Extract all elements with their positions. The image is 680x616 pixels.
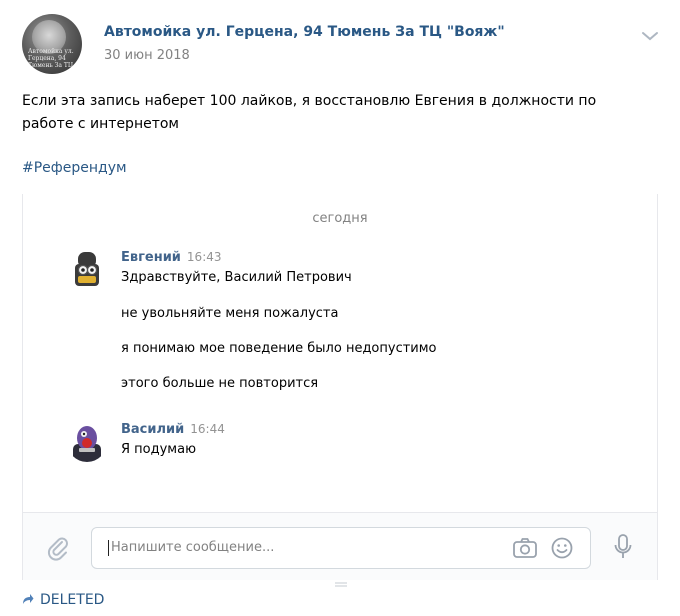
message-time: 16:44 <box>190 422 225 436</box>
chat-screenshot: сегодня Евгений 16:43 Здравствуйте, Васил… <box>22 194 658 587</box>
message-sender[interactable]: Василий 16:44 <box>121 422 225 437</box>
camera-icon[interactable] <box>512 537 538 559</box>
message-sender[interactable]: Евгений 16:43 <box>121 250 222 265</box>
post-author-name[interactable]: Автомойка ул. Герцена, 94 Тюмень За ТЦ "… <box>104 24 505 40</box>
message-input[interactable]: Напишите сообщение... <box>91 527 591 569</box>
message-composer: Напишите сообщение... <box>23 512 657 587</box>
message-text: я понимаю мое поведение было недопустимо <box>121 341 437 356</box>
hashtag-link[interactable]: #Референдум <box>22 160 127 176</box>
day-separator: сегодня <box>312 211 368 226</box>
message-text: Я подумаю <box>121 442 197 457</box>
post-text-line: Если эта запись наберет 100 лайков, я во… <box>22 93 597 109</box>
avatar-caption: Автомойка ул. Герцена, 94 Тюмень За ТЦ <box>28 48 74 69</box>
resize-handle-icon[interactable] <box>335 574 347 587</box>
avatar[interactable] <box>67 422 107 462</box>
paperclip-icon[interactable] <box>45 535 71 561</box>
message-text: этого больше не повторится <box>121 376 319 391</box>
message-text: не увольняйте меня пожалуста <box>121 306 339 321</box>
post-author-avatar[interactable]: Автомойка ул. Герцена, 94 Тюмень За ТЦ <box>22 14 82 74</box>
post-text: Если эта запись наберет 100 лайков, я во… <box>22 90 652 136</box>
deleted-label: DELETED <box>40 592 105 608</box>
message-text: Здравствуйте, Василий Петрович <box>121 270 352 285</box>
message-time: 16:43 <box>186 250 222 264</box>
share-icon <box>22 593 34 605</box>
deleted-source[interactable]: DELETED <box>22 592 104 608</box>
sender-name[interactable]: Василий <box>121 422 184 437</box>
smile-icon[interactable] <box>550 536 574 560</box>
post-date[interactable]: 30 июн 2018 <box>104 48 190 63</box>
avatar[interactable] <box>67 250 107 290</box>
sender-name[interactable]: Евгений <box>121 250 181 265</box>
chevron-down-icon[interactable] <box>640 28 660 42</box>
message-input-placeholder: Напишите сообщение... <box>108 540 274 556</box>
microphone-icon[interactable] <box>613 533 633 561</box>
post-text-line: работе с интернетом <box>22 116 179 132</box>
post-header: Автомойка ул. Герцена, 94 Тюмень За ТЦ А… <box>22 14 662 76</box>
